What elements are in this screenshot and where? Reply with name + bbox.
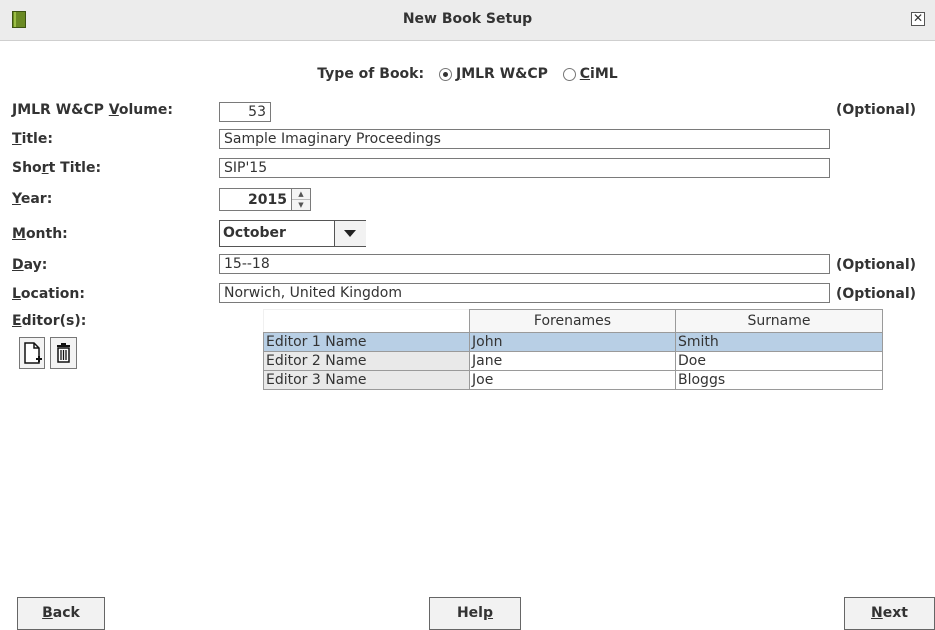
book-type-group: Type of Book: JMLR W&CP CiML bbox=[0, 66, 935, 82]
chevron-down-icon bbox=[344, 230, 356, 237]
forename-cell[interactable]: Joe bbox=[469, 370, 676, 390]
editors-label: Editor(s): bbox=[12, 313, 87, 329]
volume-optional-note: (Optional) bbox=[836, 102, 917, 118]
back-button[interactable]: Back bbox=[17, 597, 105, 630]
month-dropdown[interactable]: October bbox=[219, 220, 366, 247]
trash-icon bbox=[57, 343, 70, 363]
table-row[interactable]: Editor 3 Name Joe Bloggs bbox=[263, 370, 883, 390]
radio-ciml[interactable] bbox=[562, 67, 576, 81]
day-label: Day: bbox=[12, 257, 48, 273]
surname-cell[interactable]: Doe bbox=[675, 351, 883, 371]
help-button[interactable]: Help bbox=[429, 597, 521, 630]
forename-cell[interactable]: Jane bbox=[469, 351, 676, 371]
location-optional-note: (Optional) bbox=[836, 286, 917, 302]
close-icon[interactable]: ✕ bbox=[911, 12, 925, 26]
row-header[interactable]: Editor 2 Name bbox=[263, 351, 470, 371]
row-header[interactable]: Editor 3 Name bbox=[263, 370, 470, 390]
dropdown-arrow-button[interactable] bbox=[334, 221, 366, 246]
volume-field[interactable]: 53 bbox=[219, 102, 271, 122]
short-title-label: Short Title: bbox=[12, 160, 102, 176]
radio-jmlr-label[interactable]: JMLR W&CP bbox=[456, 66, 548, 82]
add-editor-button[interactable] bbox=[19, 337, 45, 369]
delete-editor-button[interactable] bbox=[50, 337, 77, 369]
location-label: Location: bbox=[12, 286, 85, 302]
surname-cell[interactable]: Smith bbox=[675, 332, 883, 352]
location-field[interactable]: Norwich, United Kingdom bbox=[219, 283, 830, 303]
surname-cell[interactable]: Bloggs bbox=[675, 370, 883, 390]
month-value: October bbox=[223, 225, 286, 241]
book-type-label: Type of Book: bbox=[317, 66, 425, 82]
year-spinner[interactable]: ▲ ▼ bbox=[291, 188, 311, 211]
table-row[interactable]: Editor 1 Name John Smith bbox=[263, 332, 883, 352]
day-optional-note: (Optional) bbox=[836, 257, 917, 273]
column-header-surname[interactable]: Surname bbox=[675, 309, 883, 333]
next-button[interactable]: Next bbox=[844, 597, 935, 630]
table-row[interactable]: Editor 2 Name Jane Doe bbox=[263, 351, 883, 371]
title-label: Title: bbox=[12, 131, 53, 147]
spinner-up-icon[interactable]: ▲ bbox=[292, 189, 310, 200]
new-document-icon bbox=[24, 342, 42, 364]
window-titlebar: New Book Setup ✕ bbox=[0, 0, 935, 41]
title-field[interactable]: Sample Imaginary Proceedings bbox=[219, 129, 830, 149]
row-header[interactable]: Editor 1 Name bbox=[263, 332, 470, 352]
radio-ciml-label[interactable]: CiML bbox=[580, 66, 618, 82]
day-field[interactable]: 15--18 bbox=[219, 254, 830, 274]
radio-jmlr[interactable] bbox=[438, 67, 452, 81]
column-header-corner bbox=[263, 309, 470, 333]
column-header-forenames[interactable]: Forenames bbox=[469, 309, 676, 333]
table-header-row: Forenames Surname bbox=[263, 309, 883, 333]
spinner-down-icon[interactable]: ▼ bbox=[292, 200, 310, 210]
short-title-field[interactable]: SIP'15 bbox=[219, 158, 830, 178]
editors-table[interactable]: Forenames Surname Editor 1 Name John Smi… bbox=[263, 309, 883, 390]
volume-label: JMLR W&CP Volume: bbox=[12, 102, 173, 118]
forename-cell[interactable]: John bbox=[469, 332, 676, 352]
year-field[interactable]: 2015 bbox=[219, 188, 292, 211]
month-label: Month: bbox=[12, 226, 68, 242]
year-label: Year: bbox=[12, 191, 53, 207]
window-title: New Book Setup bbox=[402, 11, 533, 27]
